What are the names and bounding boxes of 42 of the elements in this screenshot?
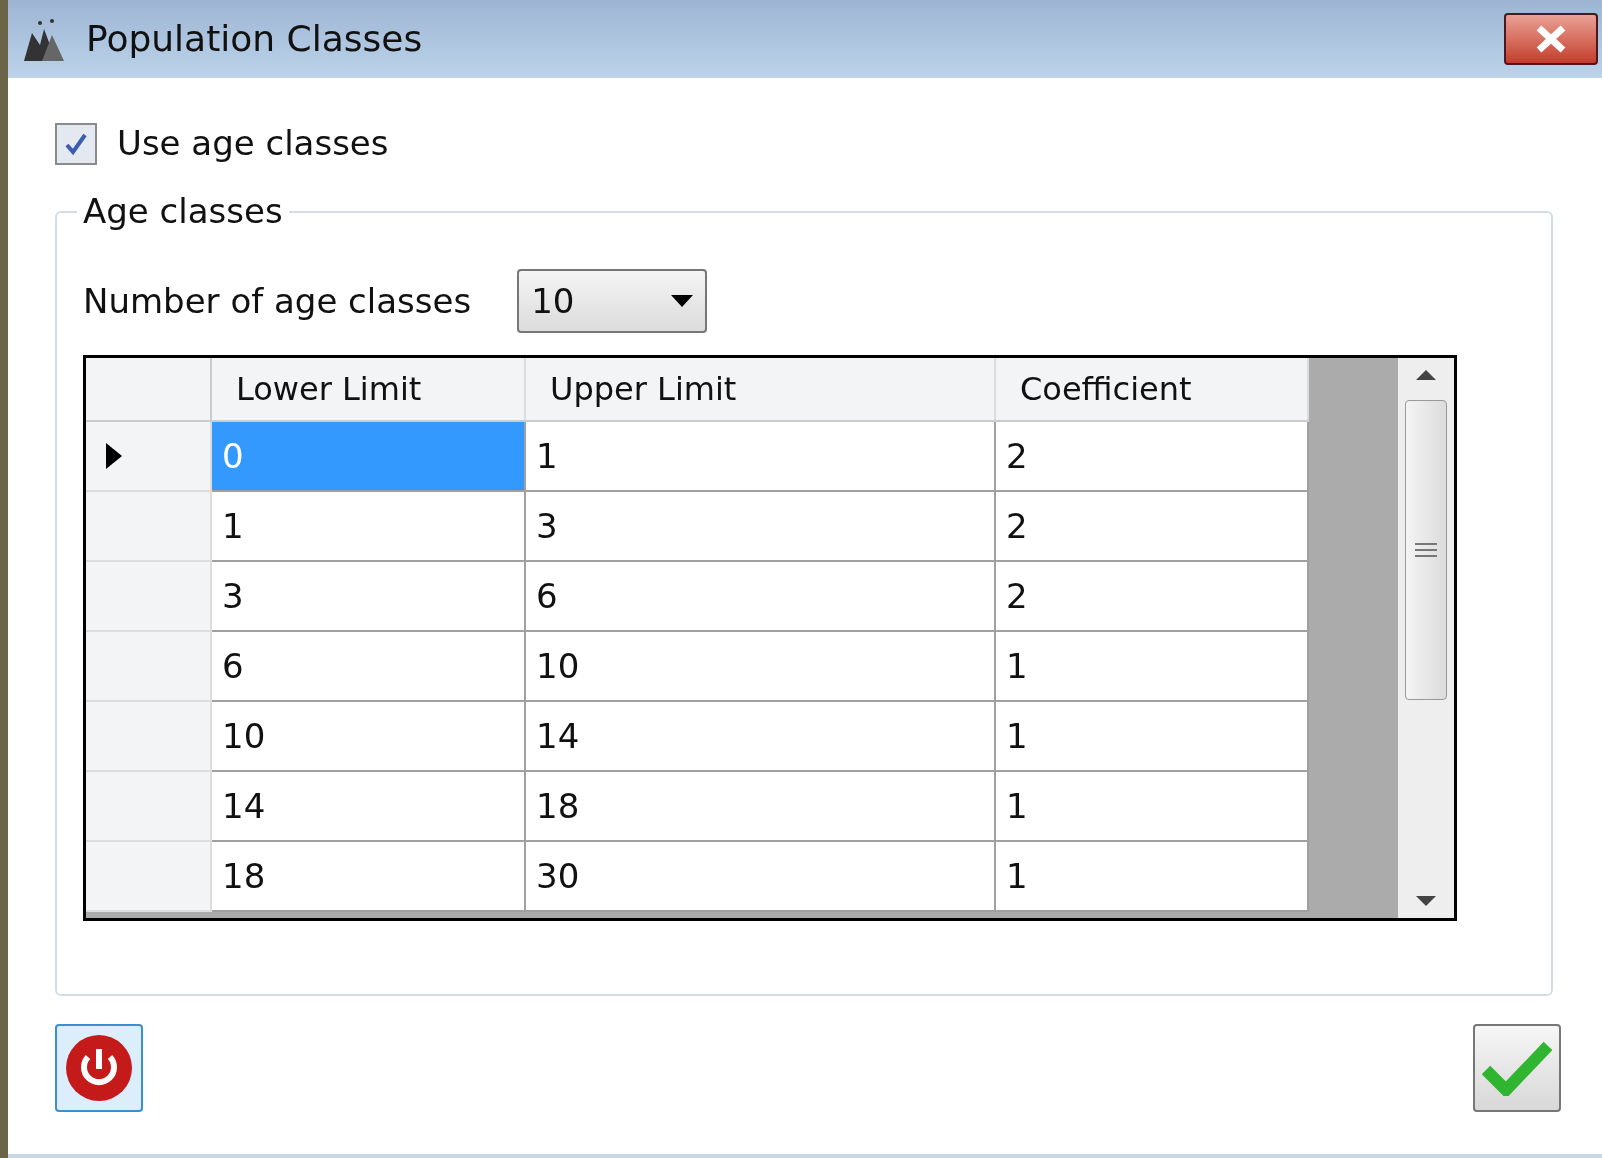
scroll-up-icon — [1416, 370, 1436, 380]
table-cell[interactable]: 3 — [526, 492, 996, 562]
table-cell[interactable]: 18 — [212, 842, 526, 912]
count-dropdown[interactable]: 10 — [517, 269, 708, 333]
field-label: Number of age classes — [83, 279, 472, 323]
table-cell[interactable]: 14 — [526, 702, 996, 772]
grip-icon — [1415, 542, 1437, 558]
row-header[interactable] — [86, 422, 212, 492]
check-icon — [1482, 1040, 1552, 1096]
table-cell[interactable]: 6 — [526, 562, 996, 632]
table-cell[interactable]: 6 — [212, 632, 526, 702]
table-cell[interactable]: 1 — [996, 632, 1309, 702]
column-header[interactable]: Upper Limit — [526, 358, 996, 420]
table-cell[interactable]: 1 — [526, 422, 996, 492]
scroll-thumb[interactable] — [1405, 400, 1447, 700]
table-cell[interactable]: 2 — [996, 422, 1309, 492]
table-cell[interactable]: 2 — [996, 492, 1309, 562]
current-row-icon — [106, 443, 122, 469]
table-cell[interactable]: 18 — [526, 772, 996, 842]
table-cell[interactable]: 1 — [996, 842, 1309, 912]
table-cell[interactable]: 10 — [526, 632, 996, 702]
dropdown-arrow-icon — [671, 295, 694, 307]
checkbox[interactable] — [55, 122, 97, 165]
close-icon — [1534, 25, 1568, 53]
table-cell[interactable]: 3 — [212, 562, 526, 632]
table-cell[interactable]: 1 — [212, 492, 526, 562]
column-header[interactable]: Coefficient — [996, 358, 1309, 420]
table-cell[interactable]: 2 — [996, 562, 1309, 632]
window-title: Population Classes — [86, 17, 423, 61]
ok-button[interactable] — [1473, 1024, 1561, 1112]
table-cell[interactable]: 14 — [212, 772, 526, 842]
table-cell[interactable]: 30 — [526, 842, 996, 912]
power-icon — [64, 1033, 134, 1103]
table-cell[interactable]: 1 — [996, 702, 1309, 772]
vertical-scrollbar[interactable] — [1398, 358, 1454, 918]
checkbox-label: Use age classes — [117, 122, 389, 165]
scroll-down-icon — [1416, 896, 1436, 906]
cancel-button[interactable] — [55, 1024, 143, 1112]
table-cell[interactable]: 10 — [212, 702, 526, 772]
table-cell[interactable]: 1 — [996, 772, 1309, 842]
column-header[interactable]: Lower Limit — [212, 358, 526, 420]
close-button[interactable] — [1504, 13, 1598, 65]
